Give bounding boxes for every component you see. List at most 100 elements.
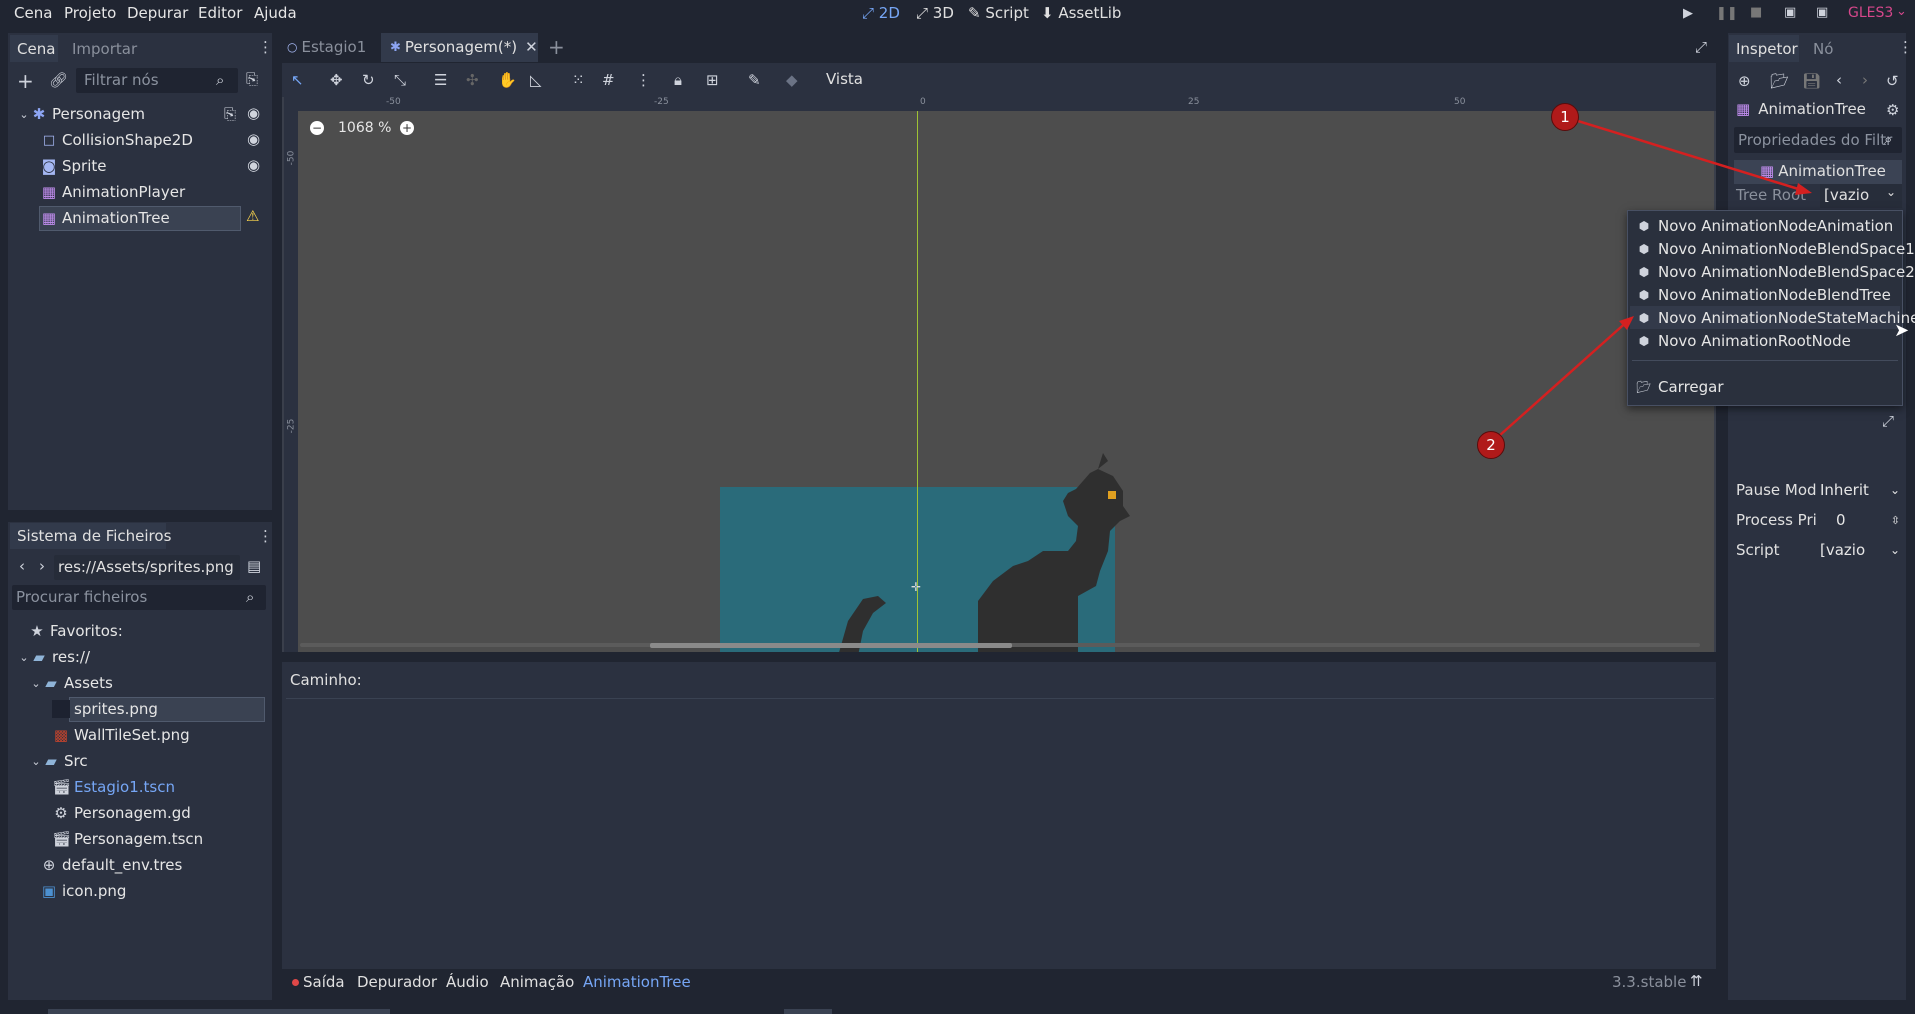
dock-menu-icon[interactable]: ⋮ — [258, 527, 273, 545]
script-icon[interactable]: ⎘ — [224, 105, 236, 123]
fs-file-default-env[interactable]: ⊕ default_env.tres — [40, 854, 183, 876]
lock-icon[interactable]: 🔒︎ — [674, 71, 682, 89]
fs-file-personagem-gd[interactable]: ⚙ Personagem.gd — [52, 802, 191, 824]
tree-node-personagem[interactable]: ⌄ ✱ Personagem — [18, 103, 145, 125]
list-select-icon[interactable]: ☰ — [434, 71, 447, 89]
bone-icon[interactable]: ✎ — [748, 71, 761, 89]
expand-panel-icon[interactable]: ⇈ — [1690, 972, 1703, 990]
history-icon[interactable]: ↺ — [1886, 72, 1899, 90]
popup-item-load[interactable]: 📂︎ Carregar — [1636, 376, 1723, 398]
filesystem-title[interactable]: Sistema de Ficheiros — [17, 527, 171, 545]
zoom-level[interactable]: 1068 % — [338, 120, 391, 136]
save-icon[interactable]: 💾︎ — [1802, 72, 1821, 90]
view-menu[interactable]: Vista — [826, 70, 863, 88]
expand-icon[interactable]: ⤢ — [1882, 412, 1894, 430]
pause-mode-select[interactable]: Inherit ⌄ — [1820, 477, 1900, 503]
stop-icon[interactable]: ■ — [1750, 5, 1762, 20]
warning-icon[interactable]: ⚠ — [246, 207, 259, 225]
pan-tool-icon[interactable]: ✋ — [498, 71, 517, 89]
filter-nodes-input[interactable]: Filtrar nós — [76, 68, 238, 93]
renderer-select[interactable]: GLES3 — [1848, 5, 1893, 21]
camera-override-icon[interactable]: ◆ — [786, 71, 798, 89]
tab-estagio1[interactable]: ○ Estagio1 — [287, 32, 366, 62]
close-icon[interactable]: ✕ — [525, 38, 538, 56]
workspace-3d-button[interactable]: ⤢ 3D — [916, 4, 954, 22]
zoom-in-icon[interactable]: + — [400, 121, 414, 135]
move-tool-icon[interactable]: ✥ — [330, 71, 343, 89]
tree-root-picker[interactable]: [vazio ⌄ — [1820, 184, 1902, 208]
open-folder-icon[interactable]: 📂︎ — [1770, 72, 1789, 90]
visibility-eye-icon[interactable]: ◉ — [247, 130, 260, 148]
bottom-tab-saida[interactable]: Saída — [303, 973, 345, 991]
fs-folder-assets[interactable]: ⌄ ▰ Assets — [30, 672, 112, 694]
visibility-eye-icon[interactable]: ◉ — [247, 104, 260, 122]
h-scrollbar-thumb[interactable] — [650, 643, 1012, 648]
tab-no[interactable]: Nó — [1813, 40, 1833, 58]
chevron-down-icon[interactable]: ⌄ — [18, 651, 30, 664]
fs-file-walltileset[interactable]: ▩ WallTileSet.png — [52, 724, 190, 746]
inspector-object[interactable]: ▦ AnimationTree — [1736, 100, 1866, 118]
pivot-tool-icon[interactable]: ✣ — [466, 71, 479, 89]
tab-importar[interactable]: Importar — [72, 40, 137, 58]
bottom-tab-animationtree[interactable]: AnimationTree — [583, 973, 691, 991]
rotate-tool-icon[interactable]: ↻ — [362, 71, 375, 89]
workspace-2d-button[interactable]: ⤢ 2D — [862, 4, 900, 22]
tab-personagem[interactable]: ✱ Personagem(*) ✕ — [390, 32, 538, 62]
menu-editor[interactable]: Editor — [198, 4, 242, 22]
chevron-down-icon[interactable]: ⌄ — [30, 755, 42, 768]
menu-projeto[interactable]: Projeto — [64, 4, 116, 22]
fs-file-estagio1[interactable]: 🎬︎ Estagio1.tscn — [52, 776, 175, 798]
popup-item-blendspace1d[interactable]: ⬢ Novo AnimationNodeBlendSpace1D — [1636, 238, 1915, 260]
spinner-icon[interactable]: ⇳ — [1891, 514, 1900, 527]
workspace-script-button[interactable]: ✎ Script — [968, 4, 1029, 22]
play-icon[interactable]: ▶ — [1683, 6, 1693, 21]
menu-depurar[interactable]: Depurar — [127, 4, 188, 22]
popup-item-rootnode[interactable]: ⬢ Novo AnimationRootNode — [1636, 330, 1851, 352]
pause-icon[interactable]: ❚❚ — [1716, 6, 1738, 21]
popup-item-statemachine[interactable]: ⬢ Novo AnimationNodeStateMachine — [1636, 307, 1915, 329]
fs-folder-src[interactable]: ⌄ ▰ Src — [30, 750, 87, 772]
dock-menu-icon[interactable]: ⋮ — [258, 38, 273, 56]
process-priority-spinbox[interactable]: 0 ⇳ — [1820, 507, 1900, 533]
fs-file-sprites[interactable]: sprites.png — [52, 698, 158, 720]
distraction-free-icon[interactable]: ⤢ — [1695, 38, 1707, 56]
zoom-out-icon[interactable]: − — [310, 121, 324, 135]
path-field[interactable]: res://Assets/sprites.png — [54, 555, 240, 580]
play-scene-icon[interactable]: ▣ — [1784, 5, 1796, 20]
select-tool-icon[interactable]: ↖ — [291, 71, 304, 89]
script-picker[interactable]: [vazio ⌄ — [1820, 537, 1900, 563]
bottom-tab-depurador[interactable]: Depurador — [357, 973, 437, 991]
add-node-icon[interactable]: + — [17, 69, 34, 93]
tree-node-sprite[interactable]: ◙ Sprite — [40, 155, 107, 177]
history-forward-icon[interactable]: › — [1862, 71, 1868, 89]
add-tab-icon[interactable]: + — [548, 35, 565, 59]
canvas-viewport[interactable]: ✛ − 1068 % + — [298, 111, 1714, 652]
split-view-icon[interactable]: ▤ — [247, 557, 261, 575]
menu-ajuda[interactable]: Ajuda — [254, 4, 297, 22]
new-resource-icon[interactable]: ⊕ — [1738, 72, 1751, 90]
filter-properties-input[interactable]: Propriedades do Filtr ⌕ — [1734, 127, 1902, 153]
dock-menu-icon[interactable]: ⋮ — [1898, 38, 1913, 56]
popup-item-node-animation[interactable]: ⬢ Novo AnimationNodeAnimation — [1636, 215, 1894, 237]
chevron-down-icon[interactable]: ⌄ — [18, 108, 30, 121]
ruler-tool-icon[interactable]: ◺ — [530, 71, 542, 89]
popup-item-blendspace2d[interactable]: ⬢ Novo AnimationNodeBlendSpace2D — [1636, 261, 1915, 283]
fs-res-root[interactable]: ⌄ ▰ res:// — [18, 646, 90, 668]
script-attach-icon[interactable]: ⎘ — [246, 70, 258, 88]
snap-options-icon[interactable]: ⋮ — [636, 71, 651, 89]
fs-file-personagem-tscn[interactable]: 🎬︎ Personagem.tscn — [52, 828, 203, 850]
smart-snap-icon[interactable]: ⁙ — [572, 71, 585, 89]
back-icon[interactable]: ‹ — [19, 557, 25, 575]
grid-snap-icon[interactable]: # — [602, 71, 615, 89]
scale-tool-icon[interactable]: ⤡ — [394, 71, 406, 89]
tree-node-animationtree[interactable]: ▦ AnimationTree — [40, 207, 170, 229]
group-icon[interactable]: ⊞ — [706, 71, 719, 89]
fs-favorites[interactable]: ★ Favoritos: — [28, 620, 123, 642]
play-custom-scene-icon[interactable]: ▣ — [1816, 5, 1828, 20]
fs-file-icon-png[interactable]: ▣ icon.png — [40, 880, 127, 902]
link-icon[interactable]: 🔗︎ — [49, 71, 68, 89]
tab-inspetor[interactable]: Inspetor — [1736, 40, 1798, 58]
chevron-down-icon[interactable]: ⌄ — [30, 677, 42, 690]
popup-item-blendtree[interactable]: ⬢ Novo AnimationNodeBlendTree — [1636, 284, 1891, 306]
menu-cena[interactable]: Cena — [14, 4, 52, 22]
